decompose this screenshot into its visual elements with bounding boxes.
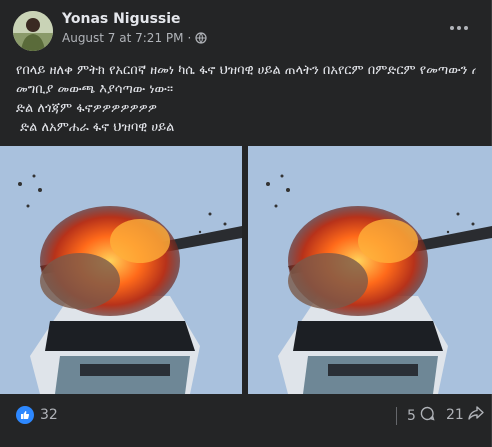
comment-icon	[420, 406, 435, 425]
post-text: የበላይ ዘለቀ ምትክ የአርበኛ ዘመነ ካሴ ፋኖ ህዝባዊ ሀይል ጠላ…	[16, 61, 476, 137]
post-timestamp[interactable]: August 7 at 7:21 PM	[62, 31, 183, 45]
share-count: 21	[446, 407, 464, 423]
author-name[interactable]: Yonas Nigussie	[62, 11, 181, 27]
post-images	[0, 146, 492, 394]
post-meta: August 7 at 7:21 PM ·	[62, 31, 207, 45]
reactions-summary[interactable]: 32	[16, 406, 58, 424]
helicopter-explosion-image[interactable]	[0, 146, 242, 394]
facebook-post: Yonas Nigussie August 7 at 7:21 PM · የበላ…	[0, 0, 492, 447]
post-text-line: የበላይ ዘለቀ ምትክ የአርበኛ ዘመነ ካሴ ፋኖ ህዝባዊ ሀይል ጠላ…	[16, 63, 476, 78]
post-footer: 32 5 21	[0, 396, 492, 436]
like-icon	[16, 406, 34, 424]
meta-separator: ·	[187, 31, 192, 45]
share-icon	[468, 406, 484, 424]
footer-divider	[396, 407, 397, 425]
post-text-line: ድል ለአምሐራ ፋኖ ህዝባዊ ሀይል	[16, 120, 175, 135]
like-count: 32	[40, 407, 58, 423]
globe-icon	[195, 32, 207, 44]
avatar[interactable]	[13, 11, 53, 51]
post-text-line: መግቢያ መውጫ እያሳጣው ነው።	[16, 82, 174, 97]
more-options-icon[interactable]	[449, 18, 469, 38]
shares-button[interactable]: 21	[446, 406, 484, 424]
post-text-line: ድል ለጎጃም ፋኖዎዎዎዎዎዎዎ	[16, 101, 157, 116]
helicopter-explosion-image[interactable]	[248, 146, 492, 394]
comments-button[interactable]: 5	[407, 406, 435, 425]
comment-count: 5	[407, 407, 416, 424]
